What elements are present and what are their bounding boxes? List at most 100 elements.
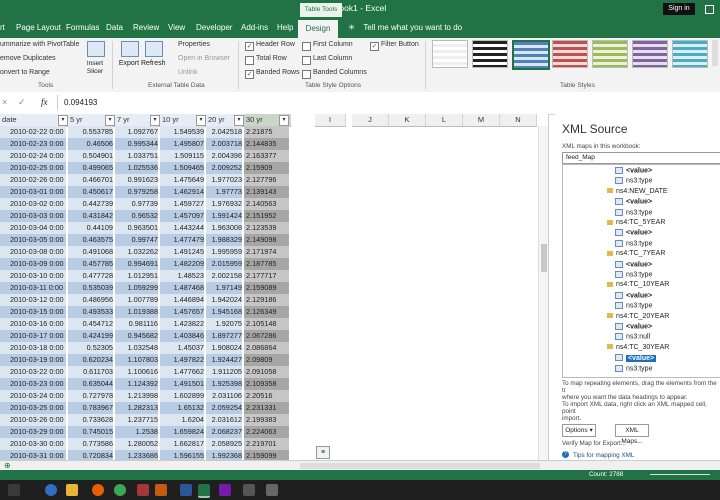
table-cell[interactable]: 0.773586 xyxy=(68,438,113,450)
table-cell[interactable]: 2010-03-10 0:00 xyxy=(0,270,66,282)
table-cell[interactable]: 1.033751 xyxy=(115,150,158,162)
table-cell[interactable]: 2.15909 xyxy=(244,162,289,174)
table-cell[interactable]: 2.105148 xyxy=(244,318,289,330)
table-cell[interactable]: 0.945682 xyxy=(115,330,158,342)
table-cell[interactable]: 1.019388 xyxy=(115,306,158,318)
table-cell[interactable]: 1.457657 xyxy=(160,306,204,318)
tab-help[interactable]: Help xyxy=(277,23,293,32)
table-cell[interactable]: 2.004396 xyxy=(206,150,242,162)
table-cell[interactable]: 0.991623 xyxy=(115,174,158,186)
table-cell[interactable]: 1.491501 xyxy=(160,378,204,390)
xml-tree-node[interactable]: ns4:TC_10YEAR xyxy=(607,281,669,288)
xml-tree-node[interactable]: <value> xyxy=(615,323,652,330)
table-cell[interactable]: 2.20516 xyxy=(244,390,289,402)
table-cell[interactable]: 1.662817 xyxy=(160,438,204,450)
edge-icon[interactable] xyxy=(45,484,57,496)
xml-tree-node[interactable]: ns4:TC_20YEAR xyxy=(607,313,669,320)
table-cell[interactable]: 0.995344 xyxy=(115,138,158,150)
table-style-swatch[interactable] xyxy=(672,40,708,68)
table-cell[interactable]: 1.977023 xyxy=(206,174,242,186)
table-cell[interactable]: 0.504901 xyxy=(68,150,113,162)
onenote-icon[interactable] xyxy=(219,484,231,496)
unlink-button[interactable]: Unlink xyxy=(178,69,197,76)
properties-button[interactable]: Properties xyxy=(178,41,210,48)
table-cell[interactable]: 0.450617 xyxy=(68,186,113,198)
table-cell[interactable]: 1.963008 xyxy=(206,222,242,234)
table-cell[interactable]: 2.199383 xyxy=(244,414,289,426)
cancel-icon[interactable]: × xyxy=(2,97,7,107)
filter-dropdown-icon[interactable]: ▾ xyxy=(105,115,115,126)
table-cell[interactable]: 1.497822 xyxy=(160,354,204,366)
table-cell[interactable]: 1.491245 xyxy=(160,246,204,258)
table-cell[interactable]: 2.224063 xyxy=(244,426,289,438)
xml-tree-node[interactable]: ns3:type xyxy=(615,208,652,216)
table-cell[interactable]: 0.97739 xyxy=(115,198,158,210)
table-cell[interactable]: 0.620234 xyxy=(68,354,113,366)
table-cell[interactable]: 2010-03-15 0:00 xyxy=(0,306,66,318)
filter-dropdown-icon[interactable]: ▾ xyxy=(150,115,160,126)
table-cell[interactable]: 2010-03-31 0:00 xyxy=(0,450,66,460)
table-cell[interactable]: 0.963501 xyxy=(115,222,158,234)
table-cell[interactable]: 2.015959 xyxy=(206,258,242,270)
table-cell[interactable]: 1.124392 xyxy=(115,378,158,390)
table-cell[interactable]: 2.123539 xyxy=(244,222,289,234)
table-cell[interactable]: 1.2538 xyxy=(115,426,158,438)
table-cell[interactable]: 0.535039 xyxy=(68,282,113,294)
table-cell[interactable]: 2.003718 xyxy=(206,138,242,150)
table-cell[interactable]: 1.007789 xyxy=(115,294,158,306)
xml-tree-node[interactable]: <value> xyxy=(615,167,652,174)
options-button[interactable]: Options ▾ xyxy=(562,424,596,437)
table-cell[interactable]: 0.442739 xyxy=(68,198,113,210)
formula-input[interactable]: 0.094193 xyxy=(64,98,97,107)
tab-view[interactable]: View xyxy=(168,23,185,32)
table-cell[interactable]: 2010-03-19 0:00 xyxy=(0,354,66,366)
table-cell[interactable]: 2010-03-08 0:00 xyxy=(0,246,66,258)
table-cell[interactable]: 2.21875 xyxy=(244,126,289,138)
filter-dropdown-icon[interactable]: ▾ xyxy=(279,115,289,126)
sign-in-button[interactable]: Sign in xyxy=(663,3,695,15)
table-style-swatch[interactable] xyxy=(432,40,468,68)
table-cell[interactable]: 1.012951 xyxy=(115,270,158,282)
table-cell[interactable]: 2010-03-12 0:00 xyxy=(0,294,66,306)
table-style-swatch[interactable] xyxy=(472,40,508,68)
table-cell[interactable]: 1.487468 xyxy=(160,282,204,294)
table-cell[interactable]: 2.031612 xyxy=(206,414,242,426)
app-icon[interactable] xyxy=(243,484,255,496)
table-style-swatch[interactable] xyxy=(512,40,550,70)
table-cell[interactable]: 2010-02-23 0:00 xyxy=(0,138,66,150)
add-sheet-icon[interactable]: ⊕ xyxy=(4,461,11,470)
table-cell[interactable]: 2.159099 xyxy=(244,450,289,460)
table-cell[interactable]: 0.457785 xyxy=(68,258,113,270)
table-cell[interactable]: 1.025536 xyxy=(115,162,158,174)
filter-dropdown-icon[interactable]: ▾ xyxy=(58,115,68,126)
table-cell[interactable]: 0.454712 xyxy=(68,318,113,330)
table-cell[interactable]: 1.659824 xyxy=(160,426,204,438)
restore-icon[interactable] xyxy=(705,5,714,14)
table-cell[interactable]: 2.067286 xyxy=(244,330,289,342)
xml-tree-node[interactable]: ns4:NEW_DATE xyxy=(607,188,668,195)
filter-dropdown-icon[interactable]: ▾ xyxy=(234,115,244,126)
table-cell[interactable]: 2.159089 xyxy=(244,282,289,294)
table-cell[interactable]: 1.908024 xyxy=(206,342,242,354)
table-cell[interactable]: 0.431842 xyxy=(68,210,113,222)
xml-tree-node[interactable]: ns3:type xyxy=(615,302,652,310)
table-cell[interactable]: 1.446894 xyxy=(160,294,204,306)
table-cell[interactable]: 1.549539 xyxy=(160,126,204,138)
worksheet-grid[interactable]: date ▾ 5 yr ▾ 7 yr ▾ 10 yr ▾ 20 yr ▾ 30 yr ▾ I J K L M N … xyxy=(0,114,549,460)
xml-tree-node[interactable]: ns3:type xyxy=(615,271,652,278)
tab-add-ins[interactable]: Add-ins xyxy=(241,23,268,32)
table-cell[interactable]: 2.09809 xyxy=(244,354,289,366)
app-icon[interactable] xyxy=(266,484,278,496)
table-cell[interactable]: 0.99747 xyxy=(115,234,158,246)
table-cell[interactable]: 2.219701 xyxy=(244,438,289,450)
table-cell[interactable]: 0.96532 xyxy=(115,210,158,222)
table-cell[interactable]: 1.45037 xyxy=(160,342,204,354)
table-cell[interactable]: 0.463575 xyxy=(68,234,113,246)
table-cell[interactable]: 1.233686 xyxy=(115,450,158,460)
table-cell[interactable]: 2.144835 xyxy=(244,138,289,150)
chrome-icon[interactable] xyxy=(114,484,126,496)
tab-rt[interactable]: rt xyxy=(0,23,5,32)
table-cell[interactable]: 1.988329 xyxy=(206,234,242,246)
table-cell[interactable]: 0.424199 xyxy=(68,330,113,342)
scrollbar-horizontal[interactable] xyxy=(300,463,540,469)
